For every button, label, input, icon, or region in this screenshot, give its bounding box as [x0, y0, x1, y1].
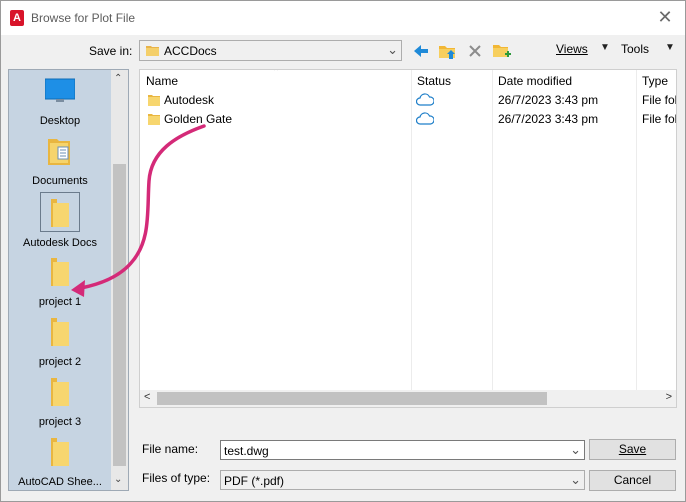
files-of-type-value: PDF (*.pdf)	[224, 474, 285, 488]
file-name-label: File name:	[142, 442, 199, 456]
tools-menu-button[interactable]: Tools	[621, 42, 649, 56]
folder-icon	[51, 318, 69, 346]
place-project-1[interactable]: project 1	[9, 258, 111, 318]
place-label: project 3	[38, 416, 82, 428]
cloud-icon	[416, 93, 434, 106]
file-name-field[interactable]: test.dwg ⌄	[220, 440, 585, 460]
file-name: Autodesk	[164, 93, 215, 107]
save-in-value: ACCDocs	[164, 44, 217, 58]
file-name-value: test.dwg	[224, 444, 269, 458]
autocad-app-icon: A	[10, 10, 24, 26]
scroll-right-icon[interactable]: >	[666, 391, 672, 403]
scroll-down-icon[interactable]: ⌄	[114, 474, 122, 485]
folder-icon	[51, 199, 69, 227]
place-label: project 1	[38, 296, 82, 308]
up-folder-icon[interactable]	[437, 41, 457, 61]
table-row[interactable]: Golden Gate 26/7/2023 3:43 pm File fol	[140, 110, 676, 129]
sort-up-icon: ⌃	[272, 69, 281, 78]
places-scrollbar[interactable]: ⌃ ⌄	[111, 70, 128, 490]
back-arrow-icon[interactable]	[411, 41, 431, 61]
column-header-type[interactable]: Type	[642, 74, 668, 88]
save-button[interactable]: Save	[589, 439, 676, 460]
browse-plot-file-dialog: A Browse for Plot File ✕ Save in: ACCDoc…	[0, 0, 686, 502]
cloud-icon	[416, 112, 434, 125]
chevron-down-icon: ⌄	[570, 472, 581, 487]
place-label: project 2	[38, 356, 82, 368]
place-desktop[interactable]: Desktop	[9, 78, 111, 138]
place-project-2[interactable]: project 2	[9, 318, 111, 378]
folder-icon	[51, 258, 69, 286]
folder-icon	[148, 95, 160, 106]
place-documents[interactable]: Documents	[9, 137, 111, 197]
folder-icon	[51, 378, 69, 406]
place-label: AutoCAD Shee...	[18, 476, 102, 488]
delete-icon[interactable]	[465, 41, 485, 61]
folder-icon	[148, 114, 160, 125]
save-in-dropdown[interactable]: ACCDocs ⌄	[139, 40, 402, 61]
horizontal-scrollbar[interactable]: < >	[140, 390, 676, 407]
column-header-status[interactable]: Status	[417, 74, 451, 88]
table-row[interactable]: Autodesk 26/7/2023 3:43 pm File fol	[140, 91, 676, 110]
chevron-down-icon: ⌄	[387, 42, 398, 57]
file-list: ⌃ Name Status Date modified Type Autodes…	[139, 69, 677, 408]
new-folder-icon[interactable]	[491, 41, 511, 61]
chevron-down-icon[interactable]: ⌄	[570, 442, 581, 458]
close-icon[interactable]: ✕	[655, 7, 675, 27]
save-label: Save	[618, 442, 647, 456]
tools-caret-icon[interactable]: ▼	[665, 42, 675, 53]
views-label: Views	[556, 42, 588, 56]
place-label: Autodesk Docs	[23, 237, 97, 249]
folder-icon	[51, 438, 69, 466]
place-autocad-sheets[interactable]: AutoCAD Shee...	[9, 438, 111, 490]
views-menu-button[interactable]: Views	[556, 42, 588, 56]
dialog-title: Browse for Plot File	[31, 11, 136, 25]
place-autodesk-docs[interactable]: Autodesk Docs	[9, 192, 111, 252]
place-project-3[interactable]: project 3	[9, 378, 111, 438]
column-header-date[interactable]: Date modified	[498, 74, 572, 88]
file-type: File fol	[642, 93, 677, 107]
cancel-button[interactable]: Cancel	[589, 470, 676, 491]
places-bar: Desktop Documents Autodesk Docs project …	[8, 69, 129, 491]
views-caret-icon[interactable]: ▼	[600, 42, 610, 53]
files-of-type-dropdown[interactable]: PDF (*.pdf) ⌄	[220, 470, 585, 490]
scroll-up-icon[interactable]: ⌃	[114, 73, 122, 84]
place-label: Desktop	[39, 115, 81, 127]
scroll-thumb[interactable]	[113, 164, 126, 466]
place-label: Documents	[32, 175, 88, 187]
date-modified: 26/7/2023 3:43 pm	[498, 112, 599, 126]
files-of-type-label: Files of type:	[142, 471, 211, 485]
column-header-name[interactable]: Name	[146, 74, 178, 88]
title-bar: A Browse for Plot File ✕	[1, 1, 685, 35]
documents-icon	[48, 139, 70, 165]
save-in-label: Save in:	[89, 44, 133, 58]
file-type: File fol	[642, 112, 677, 126]
scroll-left-icon[interactable]: <	[144, 391, 150, 403]
scroll-thumb[interactable]	[157, 392, 547, 405]
file-name: Golden Gate	[164, 112, 233, 126]
folder-icon	[146, 46, 159, 56]
desktop-icon	[45, 78, 75, 102]
date-modified: 26/7/2023 3:43 pm	[498, 93, 599, 107]
